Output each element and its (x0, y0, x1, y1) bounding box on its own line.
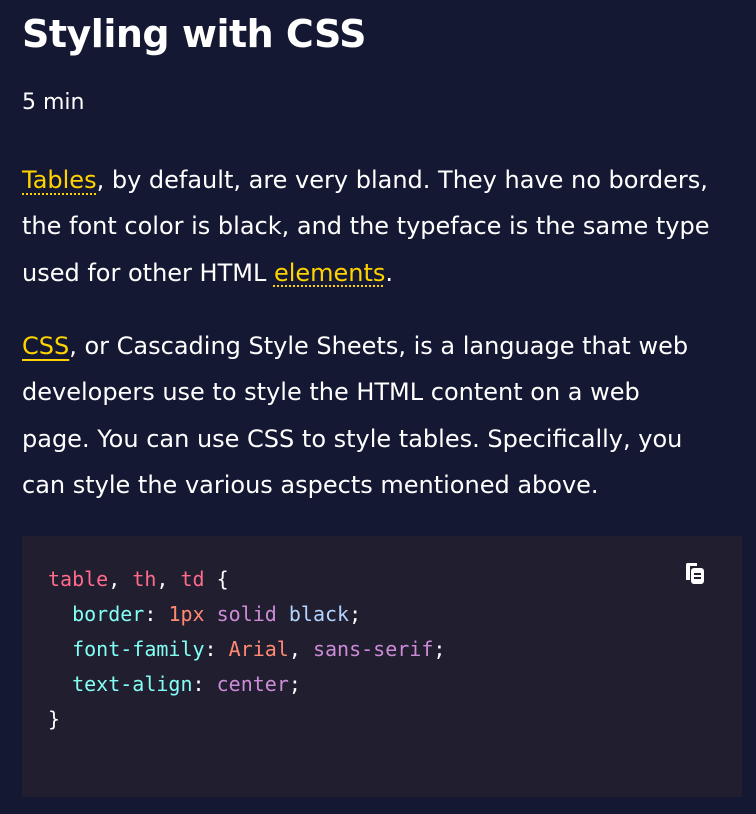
code-punctuation: : (144, 602, 169, 626)
paragraph-tables: Tables, by default, are very bland. They… (22, 157, 709, 296)
code-line: } (48, 707, 60, 731)
line-text: used for other HTML (22, 258, 274, 287)
paragraph-css: CSS, or Cascading Style Sheets, is a lan… (22, 323, 688, 508)
paragraph-line: developers use to style the HTML content… (22, 378, 640, 407)
code-punctuation: ; (349, 602, 362, 626)
code-value: black (288, 602, 350, 626)
code-number: 1px (168, 602, 205, 626)
line-text: , by default, are very bland. They have … (96, 166, 708, 194)
code-punctuation: : (192, 672, 217, 696)
code-punctuation: { (204, 567, 229, 591)
code-keyword: center (216, 672, 289, 696)
code-selector: th (132, 567, 157, 591)
line-text: , or Cascading Style Sheets, is a langua… (69, 332, 689, 360)
copy-clipboard-icon (685, 563, 704, 584)
term-link-elements[interactable]: elements (274, 259, 385, 287)
lesson-title: Styling with CSS (22, 12, 367, 56)
code-keyword: solid (216, 602, 277, 626)
term-link-tables[interactable]: Tables (22, 166, 97, 194)
code-selector: table (48, 567, 109, 591)
code-property: font-family (72, 637, 205, 661)
code-line: font-family: Arial, sans-serif; (48, 637, 445, 661)
paragraph-line: Tables, by default, are very bland. They… (22, 157, 709, 203)
code-property: text-align (72, 672, 193, 696)
code-property: border (72, 602, 145, 626)
paragraph-line: can style the various aspects mentioned … (22, 470, 599, 499)
code-line: table, th, td { (48, 567, 229, 591)
code-punctuation: , (288, 637, 313, 661)
code-line: text-align: center; (48, 672, 301, 696)
copy-code-button[interactable] (680, 558, 710, 588)
code-punctuation: , (108, 567, 133, 591)
paragraph-line: the font color is black, and the typefac… (22, 212, 710, 241)
code-punctuation: , (156, 567, 181, 591)
paragraph-line: CSS, or Cascading Style Sheets, is a lan… (22, 323, 688, 369)
term-link-css[interactable]: CSS (22, 332, 69, 360)
line-text: . (385, 258, 394, 287)
paragraph-line: used for other HTML elements. (22, 250, 709, 296)
code-line: border: 1px solid black; (48, 602, 361, 626)
code-string: Arial (228, 637, 289, 661)
code-punctuation: } (48, 707, 61, 731)
code-punctuation: ; (288, 672, 301, 696)
reading-time: 5 min (22, 90, 85, 115)
code-selector: td (180, 567, 205, 591)
paragraph-line: page. You can use CSS to style tables. S… (22, 424, 683, 453)
code-keyword: sans-serif (312, 637, 434, 661)
code-content: table, th, td { border: 1px solid black;… (48, 562, 445, 737)
code-punctuation: ; (433, 637, 446, 661)
code-block: table, th, td { border: 1px solid black;… (22, 536, 742, 797)
code-punctuation: : (204, 637, 229, 661)
